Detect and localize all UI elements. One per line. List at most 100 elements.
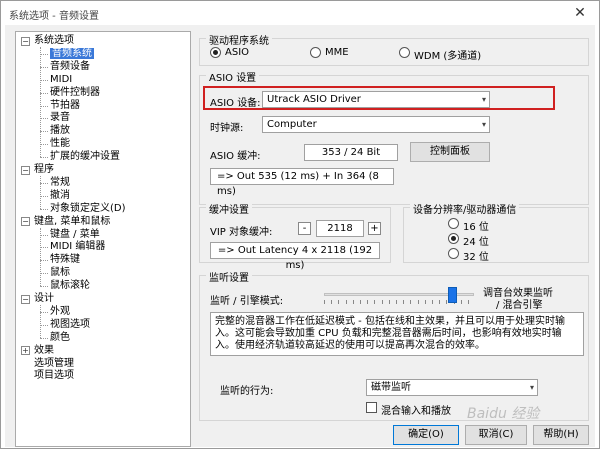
tree-item[interactable]: 程序 [34,164,54,176]
buffer-value-field[interactable]: 2118 [316,220,364,237]
asio-radio[interactable] [210,47,221,58]
collapse-icon[interactable]: − [21,36,30,46]
tree-item[interactable]: 设计 [34,293,54,305]
tree-connector [40,176,41,209]
asio-settings-legend: ASIO 设置 [206,69,260,84]
tree-item[interactable]: 系统选项 [34,35,74,47]
tree-item-label: 音频设备 [50,60,90,72]
resolution-legend: 设备分辨率/驱动器通信 [410,201,520,216]
monitor-mode-value-line2: / 混合引擎 [496,300,543,311]
res-24-label[interactable]: 24 位 [463,233,489,248]
slider-tick [324,300,325,304]
buffer-settings-group: 缓冲设置 VIP 对象缓冲: - 2118 + => Out Latency 4… [199,201,391,271]
tree-item[interactable]: 撤消 [50,190,70,202]
tree-item[interactable]: 音频设备 [50,61,90,73]
slider-tick [424,300,426,304]
wdm-radio-label[interactable]: WDM (多通道) [414,47,481,62]
wdm-radio[interactable] [399,47,410,58]
tree-item[interactable]: 录音 [50,112,70,124]
ok-button[interactable]: 确定(O) [393,425,459,445]
monitor-behavior-label: 监听的行为: [220,386,274,397]
tree-item[interactable]: 特殊键 [50,254,80,266]
tree-connector [40,227,41,287]
tree-item[interactable]: 节拍器 [50,100,80,112]
tree-item[interactable]: 鼠标滚轮 [50,280,90,292]
mme-radio[interactable] [310,47,321,58]
monitor-mode-label: 监听 / 引擎模式: [210,296,284,307]
monitor-mode-slider[interactable] [324,286,474,306]
tree-item[interactable]: 播放 [50,125,70,137]
tree-connector [40,92,48,94]
settings-tree[interactable]: 系统选项 − 音频系统 音频设备 MIDI 硬件控制器 节拍器 录音 播放 性能 扩展的缓冲设置 程序… [15,31,191,447]
slider-tick [338,300,340,304]
buffer-increase-button[interactable]: + [368,222,381,235]
dialog-client: 系统选项 − 音频系统 音频设备 MIDI 硬件控制器 节拍器 录音 播放 性能 扩展的缓冲设置 程序… [5,25,595,447]
buffer-settings-legend: 缓冲设置 [206,201,252,216]
slider-thumb[interactable] [448,287,457,303]
asio-radio-label[interactable]: ASIO [225,47,249,58]
chevron-down-icon: ▾ [481,120,486,129]
mix-input-label[interactable]: 混合输入和播放 [381,402,451,417]
tree-item[interactable]: MIDI [50,74,72,86]
vip-buffer-label: VIP 对象缓冲: [210,227,273,238]
tree-item[interactable]: 选项管理 [34,358,74,370]
clock-source-select[interactable]: Computer ▾ [262,116,490,133]
tree-item[interactable]: 键盘, 菜单和鼠标 [34,216,110,228]
monitor-behavior-select[interactable]: 磁带监听 ▾ [366,379,538,396]
help-button[interactable]: 帮助(H) [533,425,589,445]
close-icon[interactable]: ✕ [569,3,591,23]
buffer-decrease-button[interactable]: - [298,222,311,235]
monitor-behavior-value: 磁带监听 [371,382,411,393]
tree-item[interactable]: 硬件控制器 [50,87,100,99]
slider-tick [352,300,354,304]
tree-item[interactable]: 常规 [50,177,70,189]
tree-connector [40,311,48,313]
tree-item[interactable]: 效果 [34,345,54,357]
collapse-icon[interactable]: − [21,217,30,227]
tree-item[interactable]: MIDI 编辑器 [50,241,105,253]
res-32-radio[interactable] [448,248,459,259]
res-32-label[interactable]: 32 位 [463,248,489,263]
clock-source-label: 时钟源: [210,123,244,134]
mix-input-checkbox[interactable] [366,402,377,413]
slider-tick [374,300,376,304]
highlight-frame [203,86,555,110]
tree-item[interactable]: 对象锁定定义(D) [50,203,126,215]
res-16-radio[interactable] [448,218,459,229]
tree-item[interactable]: 视图选项 [50,319,90,331]
chevron-down-icon: ▾ [529,383,534,392]
tree-connector [40,247,48,249]
collapse-icon[interactable]: − [21,294,30,304]
asio-buffer-value: 353 / 24 Bit [304,144,398,161]
watermark-logo: Baidu 经验 [467,406,540,422]
tree-item[interactable]: 外观 [50,306,70,318]
tree-item[interactable]: 扩展的缓冲设置 [50,151,120,163]
slider-tick [439,300,441,304]
tree-item[interactable]: 颜色 [50,332,70,344]
buffer-latency-text: => Out Latency 4 x 2118 (192 ms) [210,242,380,271]
res-16-label[interactable]: 16 位 [463,218,489,233]
monitor-description: 完整的混音器工作在低延迟模式 - 包括在线和主效果，并且可以用于处理实时输入。这… [210,312,584,356]
cancel-button[interactable]: 取消(C) [465,425,527,445]
tree-item-label: 项目选项 [34,370,74,382]
tree-item[interactable]: 性能 [50,138,70,150]
slider-tick [331,300,333,304]
tree-item[interactable]: 键盘 / 菜单 [50,229,100,241]
asio-buffer-label: ASIO 缓冲: [210,151,261,162]
mme-radio-label[interactable]: MME [325,47,349,58]
tree-item[interactable]: 音频系统 [50,47,94,60]
tree-item-label: 选项管理 [34,357,74,369]
slider-tick [345,300,347,304]
collapse-icon[interactable]: − [21,165,30,175]
tree-connector [40,157,48,159]
expand-icon[interactable]: + [21,346,30,356]
control-panel-button[interactable]: 控制面板 [410,142,490,162]
tree-connector [40,118,48,120]
monitor-settings-legend: 监听设置 [206,269,252,284]
tree-item[interactable]: 鼠标 [50,267,70,279]
tree-connector [40,305,41,338]
tree-item[interactable]: 项目选项 [34,370,74,382]
tree-connector [40,260,48,262]
tree-connector [40,286,48,288]
res-24-radio[interactable] [448,233,459,244]
